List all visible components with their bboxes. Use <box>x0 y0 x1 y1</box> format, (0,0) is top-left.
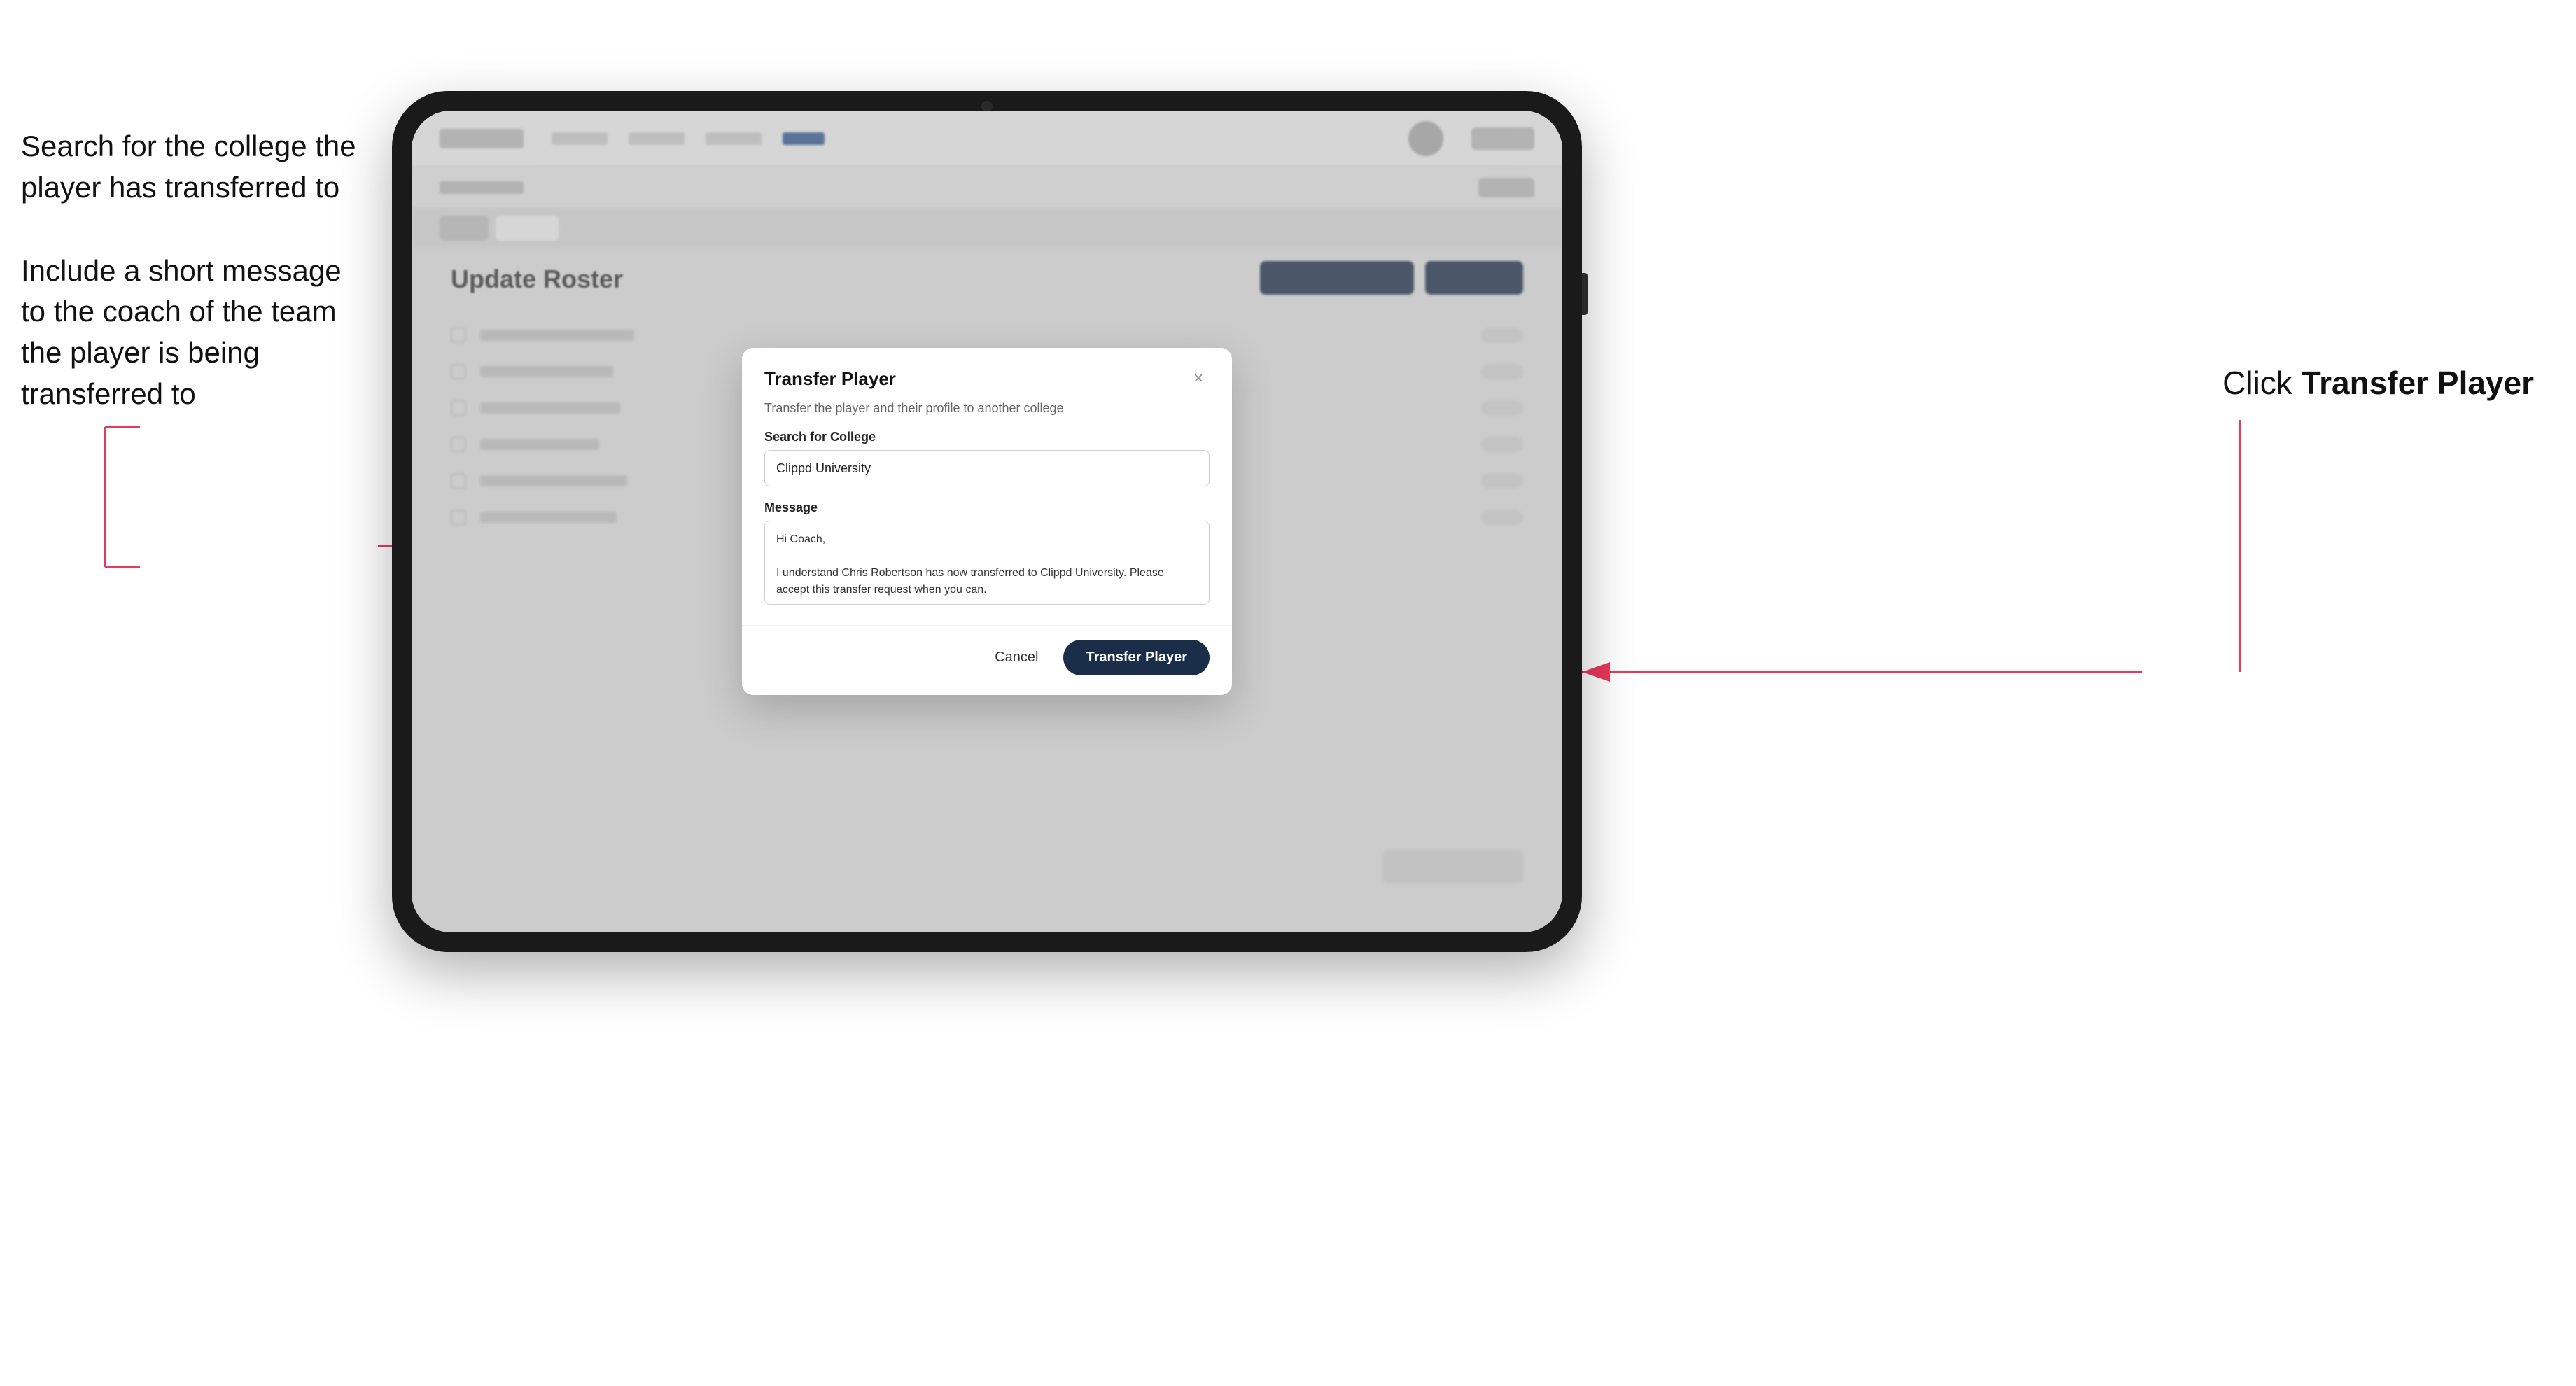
search-college-input[interactable] <box>764 450 1210 486</box>
ipad-frame: Update Roster <box>392 91 1582 952</box>
annotation-search-text: Search for the college the player has tr… <box>21 126 371 209</box>
annotation-right: Click Transfer Player <box>2222 364 2534 402</box>
dialog-body: Search for College Message Hi Coach, I u… <box>742 430 1232 625</box>
transfer-player-dialog: Transfer Player × Transfer the player an… <box>742 348 1232 695</box>
cancel-button[interactable]: Cancel <box>981 643 1052 673</box>
dialog-close-button[interactable]: × <box>1187 368 1210 390</box>
dialog-title: Transfer Player <box>764 368 896 390</box>
annotation-transfer-bold: Transfer Player <box>2302 365 2534 401</box>
annotation-message-text: Include a short message to the coach of … <box>21 251 371 415</box>
dialog-subtitle: Transfer the player and their profile to… <box>742 401 1232 430</box>
ipad-side-button <box>1582 273 1588 315</box>
annotation-left: Search for the college the player has tr… <box>21 126 371 457</box>
message-label: Message <box>764 500 1210 515</box>
dialog-header: Transfer Player × <box>742 348 1232 401</box>
message-textarea[interactable]: Hi Coach, I understand Chris Robertson h… <box>764 521 1210 605</box>
transfer-player-button[interactable]: Transfer Player <box>1063 640 1210 676</box>
dialog-footer: Cancel Transfer Player <box>742 625 1232 695</box>
ipad-screen: Update Roster <box>412 111 1562 932</box>
modal-overlay: Transfer Player × Transfer the player an… <box>412 111 1562 932</box>
search-college-label: Search for College <box>764 430 1210 444</box>
